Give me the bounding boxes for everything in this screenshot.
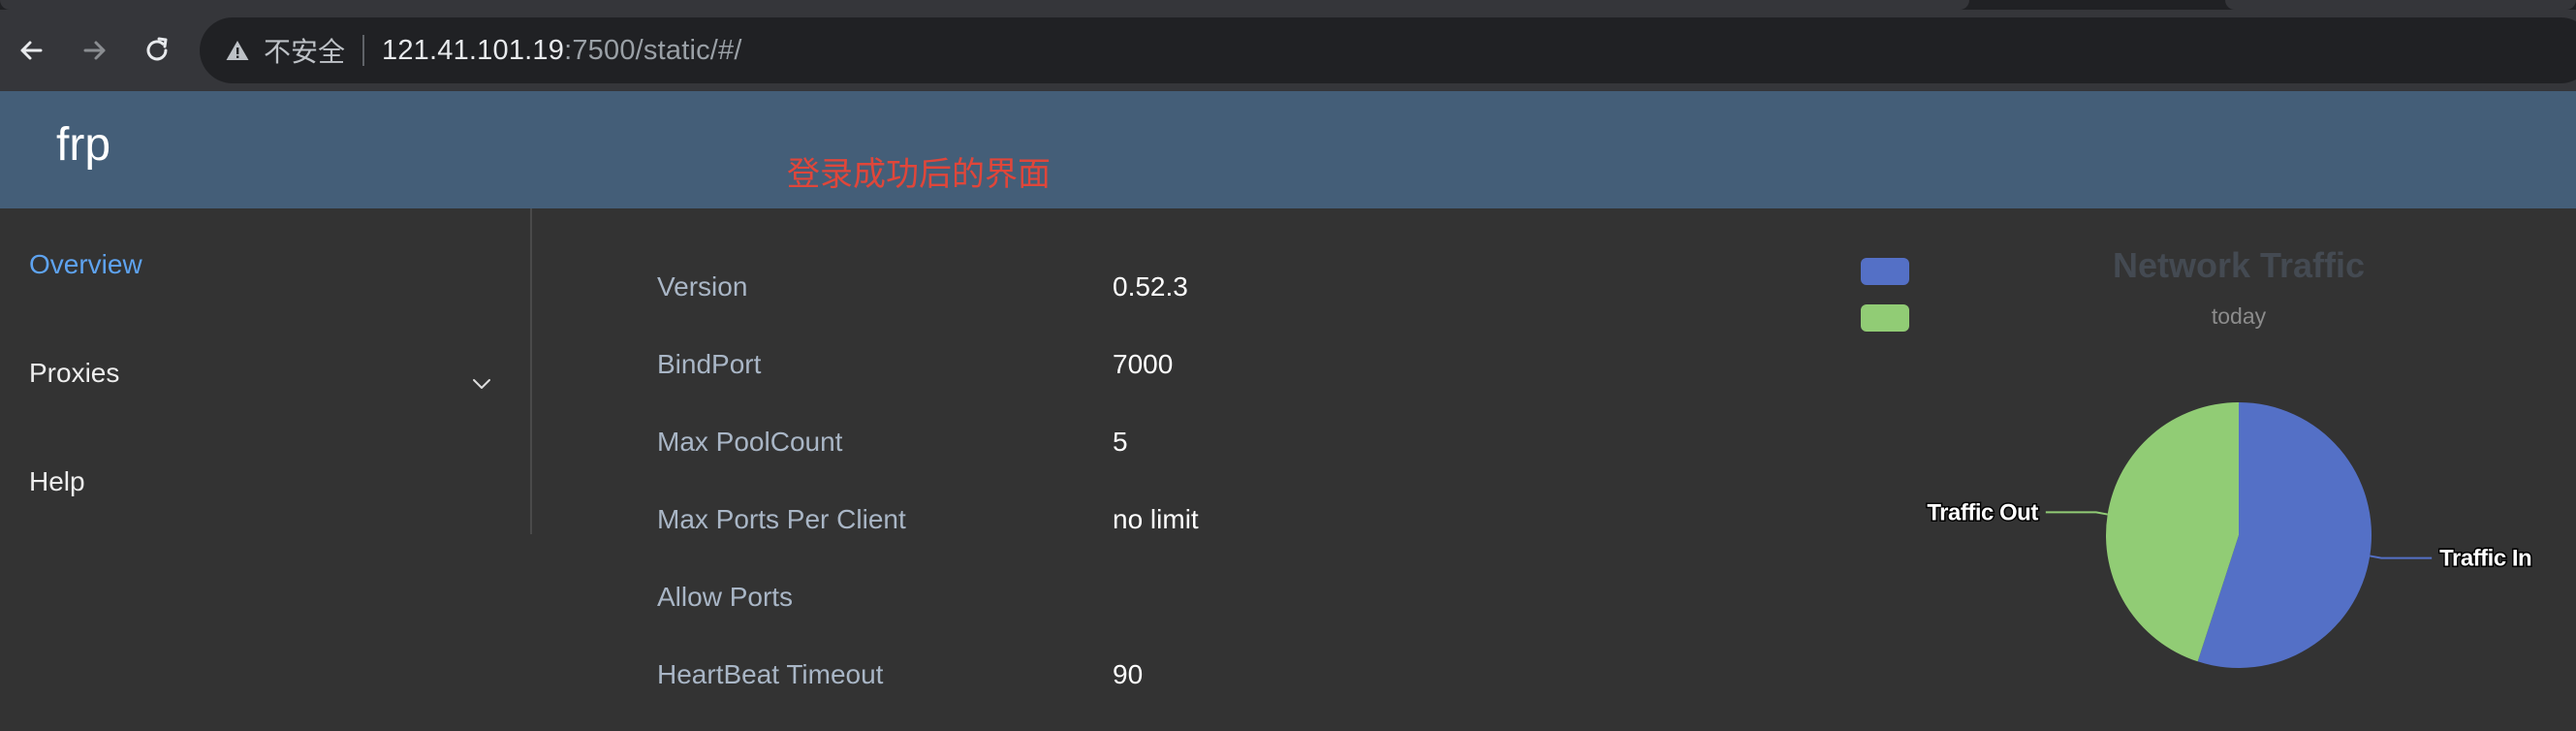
sidebar-menu: Overview Proxies Help bbox=[0, 208, 532, 534]
url-host: 121.41.101.19 bbox=[382, 34, 565, 66]
chart-subtitle: today bbox=[2212, 303, 2267, 329]
url-path: :7500/static/#/ bbox=[564, 34, 742, 66]
brand-logo-text[interactable]: frp bbox=[56, 118, 110, 172]
slice-label-traffic-in: Traffic In bbox=[2439, 546, 2531, 572]
pie-group: Traffic In Traffic Out bbox=[1926, 402, 2533, 668]
chevron-down-icon[interactable] bbox=[469, 371, 494, 397]
info-value-version: 0.52.3 bbox=[1113, 271, 1188, 302]
chart-title: Network Traffic bbox=[2113, 245, 2365, 285]
url-text[interactable]: 121.41.101.19:7500/static/#/ bbox=[382, 35, 742, 67]
info-label-bindport: BindPort bbox=[657, 349, 762, 379]
network-traffic-chart: Network Traffic today Traffic InTraffic … bbox=[1861, 245, 2533, 668]
back-arrow-icon bbox=[20, 41, 43, 60]
info-label-max-poolcount: Max PoolCount bbox=[657, 427, 843, 457]
legend-swatch-traffic-in[interactable] bbox=[1861, 258, 1909, 285]
leader-line-traffic-out bbox=[2045, 511, 2108, 516]
leader-line-traffic-in bbox=[2370, 555, 2433, 559]
sidebar-item-proxies[interactable]: Proxies bbox=[29, 358, 119, 389]
warning-icon[interactable] bbox=[223, 36, 252, 65]
security-status-label[interactable]: 不安全 bbox=[264, 31, 345, 70]
info-value-max-poolcount: 5 bbox=[1113, 427, 1128, 457]
legend-swatch-traffic-out[interactable] bbox=[1861, 304, 1909, 332]
address-bar[interactable]: 不安全 121.41.101.19:7500/static/#/ bbox=[200, 17, 2576, 83]
info-label-heartbeat-timeout: HeartBeat Timeout bbox=[657, 659, 884, 689]
info-value-bindport: 7000 bbox=[1113, 349, 1174, 379]
back-button[interactable] bbox=[12, 31, 50, 70]
reload-icon bbox=[146, 37, 168, 61]
forward-arrow-icon bbox=[83, 41, 106, 60]
browser-tab-active[interactable] bbox=[0, 0, 1969, 10]
slice-label-traffic-out: Traffic Out bbox=[1927, 499, 2038, 525]
info-label-max-ports-per-client: Max Ports Per Client bbox=[657, 504, 906, 534]
info-label-version: Version bbox=[657, 271, 748, 302]
annotation-text: 登录成功后的界面 bbox=[787, 155, 1051, 194]
sidebar-item-overview[interactable]: Overview bbox=[29, 249, 142, 280]
info-value-max-ports-per-client: no limit bbox=[1113, 504, 1199, 534]
address-bar-divider bbox=[362, 35, 365, 66]
forward-button[interactable] bbox=[76, 31, 114, 70]
browser-toolbar: 不安全 121.41.101.19:7500/static/#/ bbox=[0, 10, 2576, 91]
reload-button[interactable] bbox=[138, 31, 176, 70]
sidebar-item-help[interactable]: Help bbox=[29, 466, 85, 497]
browser-tab[interactable] bbox=[2225, 0, 2576, 10]
browser-tab-strip bbox=[0, 0, 2576, 10]
app-header: frp 登录成功后的界面 bbox=[0, 91, 2576, 208]
info-label-allow-ports: Allow Ports bbox=[657, 582, 794, 612]
info-value-heartbeat-timeout: 90 bbox=[1113, 659, 1144, 689]
